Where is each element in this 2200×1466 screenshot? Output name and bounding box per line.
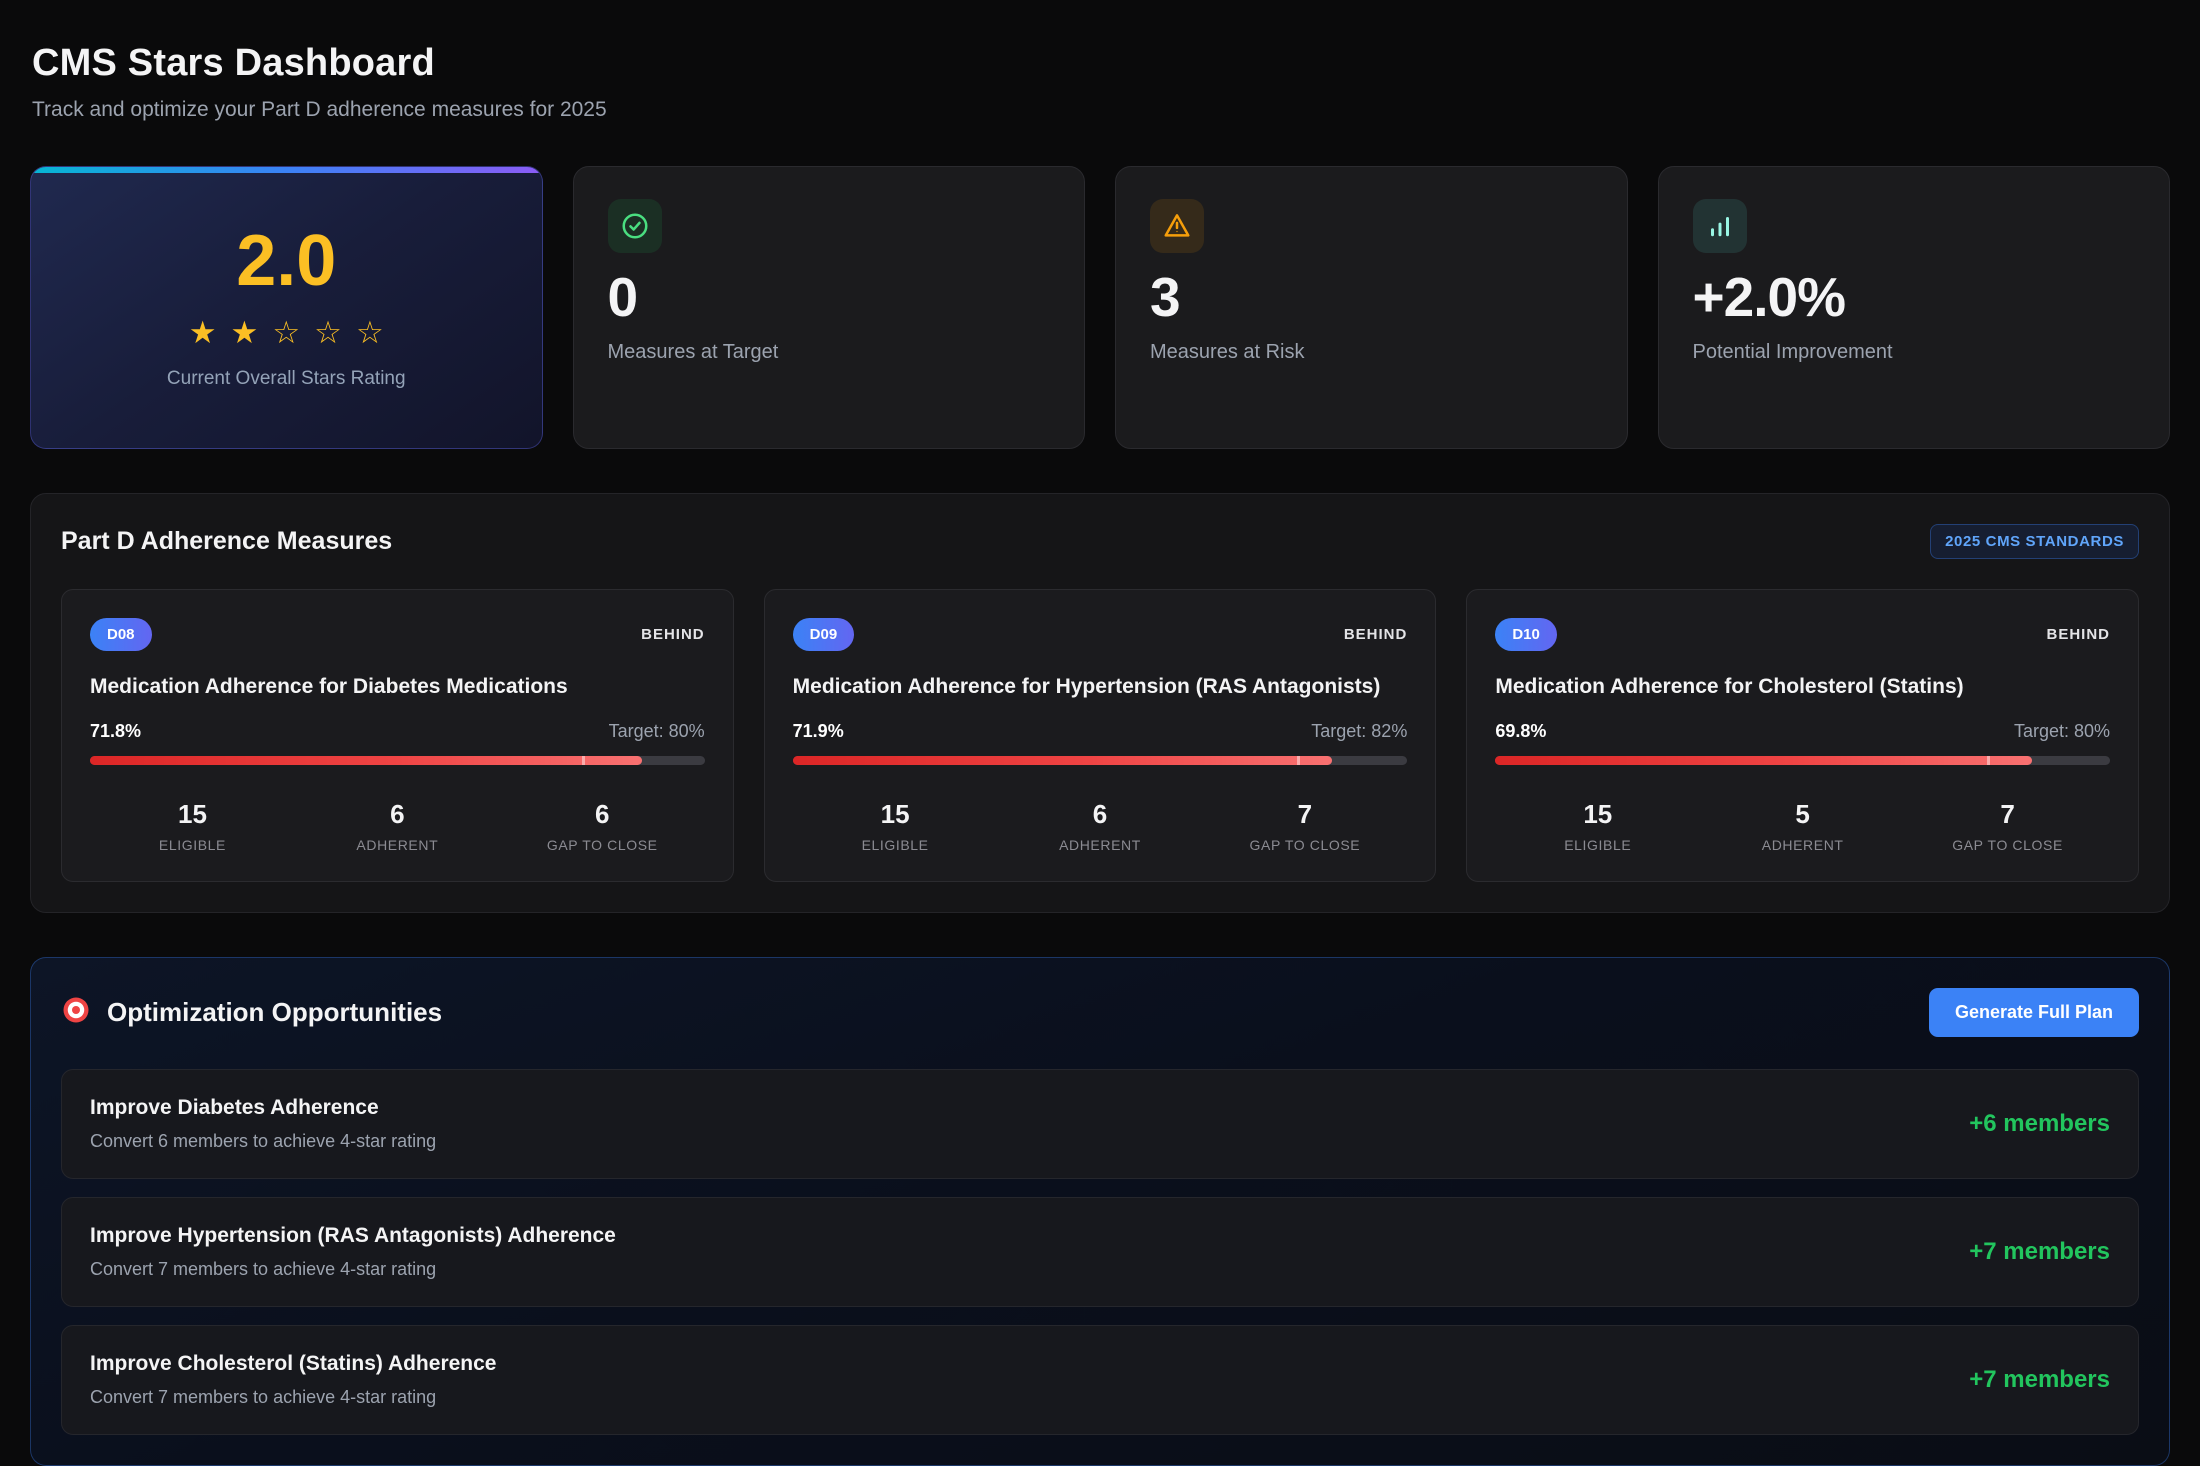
gap-label: GAP TO CLOSE [1202,837,1407,853]
stat-card-measures-at-target: 0 Measures at Target [573,166,1086,449]
measure-code-badge: D09 [793,618,855,651]
opportunity-subtitle: Convert 7 members to achieve 4-star rati… [90,1387,496,1408]
target-icon [61,995,91,1030]
measure-status-badge: BEHIND [641,626,705,643]
measure-status-badge: BEHIND [1344,626,1408,643]
star-empty-icon: ☆ [272,315,314,350]
target-marker [1297,756,1300,765]
eligible-label: ELIGIBLE [90,837,295,853]
gap-label: GAP TO CLOSE [500,837,705,853]
progress-fill [1495,756,2032,765]
eligible-count: 15 [1495,801,1700,827]
opportunities-title: Optimization Opportunities [107,997,442,1028]
star-empty-icon: ☆ [314,315,356,350]
measure-target-label: Target: 80% [609,721,705,742]
stat-card-potential-improvement: +2.0% Potential Improvement [1658,166,2171,449]
opportunity-title: Improve Diabetes Adherence [90,1096,436,1120]
measures-at-target-label: Measures at Target [608,341,1051,364]
page-title: CMS Stars Dashboard [32,42,2170,85]
measures-panel-header: Part D Adherence Measures 2025 CMS STAND… [61,524,2139,559]
overall-rating-card: 2.0 ★★☆☆☆ Current Overall Stars Rating [30,166,543,449]
measures-at-risk-value: 3 [1150,267,1593,328]
opportunity-row-cholesterol: Improve Cholesterol (Statins) Adherence … [61,1325,2139,1435]
measures-panel: Part D Adherence Measures 2025 CMS STAND… [30,493,2170,913]
gap-label: GAP TO CLOSE [1905,837,2110,853]
measure-title: Medication Adherence for Diabetes Medica… [90,675,705,699]
opportunity-subtitle: Convert 7 members to achieve 4-star rati… [90,1259,616,1280]
measure-status-badge: BEHIND [2046,626,2110,643]
progress-fill [90,756,642,765]
measure-title: Medication Adherence for Hypertension (R… [793,675,1408,699]
target-marker [582,756,585,765]
opportunity-impact: +6 members [1969,1110,2110,1138]
stats-row: 2.0 ★★☆☆☆ Current Overall Stars Rating 0… [30,166,2170,449]
opportunity-impact: +7 members [1969,1366,2110,1394]
measure-title: Medication Adherence for Cholesterol (St… [1495,675,2110,699]
measure-code-badge: D10 [1495,618,1557,651]
cms-standards-badge: 2025 CMS STANDARDS [1930,524,2139,559]
measures-at-risk-label: Measures at Risk [1150,341,1593,364]
measure-card-d09: D09 BEHIND Medication Adherence for Hype… [764,589,1437,882]
overall-rating-value: 2.0 [236,225,336,297]
measures-at-target-value: 0 [608,267,1051,328]
measure-target-label: Target: 80% [2014,721,2110,742]
eligible-label: ELIGIBLE [793,837,998,853]
opportunities-header: Optimization Opportunities Generate Full… [61,988,2139,1037]
opportunity-title: Improve Hypertension (RAS Antagonists) A… [90,1224,616,1248]
eligible-label: ELIGIBLE [1495,837,1700,853]
opportunities-list: Improve Diabetes Adherence Convert 6 mem… [61,1069,2139,1435]
page-header: CMS Stars Dashboard Track and optimize y… [30,42,2170,122]
opportunity-subtitle: Convert 6 members to achieve 4-star rati… [90,1131,436,1152]
measure-card-d08: D08 BEHIND Medication Adherence for Diab… [61,589,734,882]
adherent-count: 6 [998,801,1203,827]
adherence-progress-bar [793,756,1408,765]
eligible-count: 15 [793,801,998,827]
potential-improvement-label: Potential Improvement [1693,341,2136,364]
measure-current-value: 71.8% [90,721,141,742]
measure-code-badge: D08 [90,618,152,651]
adherence-progress-bar [90,756,705,765]
measure-target-label: Target: 82% [1311,721,1407,742]
eligible-count: 15 [90,801,295,827]
adherent-label: ADHERENT [295,837,500,853]
opportunity-impact: +7 members [1969,1238,2110,1266]
gap-count: 7 [1905,801,2110,827]
measures-grid: D08 BEHIND Medication Adherence for Diab… [61,589,2139,882]
measure-card-d10: D10 BEHIND Medication Adherence for Chol… [1466,589,2139,882]
bar-chart-icon [1693,199,1747,253]
opportunity-title: Improve Cholesterol (Statins) Adherence [90,1352,496,1376]
adherent-count: 5 [1700,801,1905,827]
stat-card-measures-at-risk: 3 Measures at Risk [1115,166,1628,449]
potential-improvement-value: +2.0% [1693,267,2136,328]
star-filled-icon: ★ [189,315,231,350]
warning-triangle-icon [1150,199,1204,253]
star-empty-icon: ☆ [356,315,398,350]
target-marker [1987,756,1990,765]
adherence-progress-bar [1495,756,2110,765]
generate-full-plan-button[interactable]: Generate Full Plan [1929,988,2139,1037]
measure-current-value: 71.9% [793,721,844,742]
opportunity-row-hypertension: Improve Hypertension (RAS Antagonists) A… [61,1197,2139,1307]
overall-rating-label: Current Overall Stars Rating [167,368,406,390]
opportunity-row-diabetes: Improve Diabetes Adherence Convert 6 mem… [61,1069,2139,1179]
page-subtitle: Track and optimize your Part D adherence… [32,98,2170,122]
adherent-label: ADHERENT [1700,837,1905,853]
measure-current-value: 69.8% [1495,721,1546,742]
adherent-count: 6 [295,801,500,827]
check-circle-icon [608,199,662,253]
progress-fill [793,756,1332,765]
star-rating: ★★☆☆☆ [189,317,398,348]
adherent-label: ADHERENT [998,837,1203,853]
gap-count: 6 [500,801,705,827]
dashboard-page: CMS Stars Dashboard Track and optimize y… [0,0,2200,1466]
gap-count: 7 [1202,801,1407,827]
star-filled-icon: ★ [231,315,273,350]
measures-panel-title: Part D Adherence Measures [61,527,392,556]
opportunities-panel: Optimization Opportunities Generate Full… [30,957,2170,1466]
